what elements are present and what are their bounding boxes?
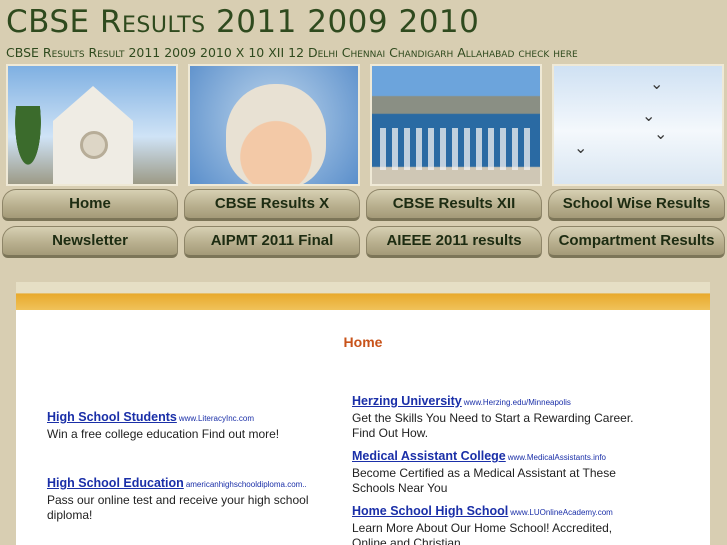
ad-url[interactable]: www.LUOnlineAcademy.com <box>510 508 613 517</box>
site-title: CBSE Results 2011 2009 2010 <box>6 4 480 40</box>
nav-aieee-2011-results[interactable]: AIEEE 2011 results <box>366 226 542 258</box>
ad-item: High School Education americanhighschoold… <box>47 474 322 523</box>
nav-cbse-results-xii[interactable]: CBSE Results XII <box>366 189 542 221</box>
harbor-photo <box>370 64 542 186</box>
nav-school-wise-results[interactable]: School Wise Results <box>548 189 725 221</box>
ad-url[interactable]: www.LiteracyInc.com <box>179 414 254 423</box>
page-title: Home <box>343 334 383 350</box>
birds-sky-photo: ⌄ ⌄ ⌄ ⌄ <box>552 64 724 186</box>
church-photo <box>6 64 178 186</box>
ad-item: Home School High School www.LUOnlineAcade… <box>352 502 637 545</box>
nav-cbse-results-x[interactable]: CBSE Results X <box>184 189 360 221</box>
ad-description: Pass our online test and receive your hi… <box>47 493 309 522</box>
nav-home[interactable]: Home <box>2 189 178 221</box>
ad-description: Get the Skills You Need to Start a Rewar… <box>352 411 634 440</box>
ad-description: Learn More About Our Home School! Accred… <box>352 521 613 545</box>
content-accent-bar <box>16 282 710 310</box>
ad-item: Herzing University www.Herzing.edu/Minnea… <box>352 392 637 441</box>
child-photo <box>188 64 360 186</box>
ad-link[interactable]: Medical Assistant College <box>352 449 506 463</box>
ad-link[interactable]: High School Students <box>47 410 177 424</box>
nav-compartment-results[interactable]: Compartment Results <box>548 226 725 258</box>
ad-description: Win a free college education Find out mo… <box>47 427 280 441</box>
ad-url[interactable]: americanhighschooldiploma.com.. <box>186 480 307 489</box>
nav-row-1: Home CBSE Results X CBSE Results XII Sch… <box>0 189 727 223</box>
ad-link[interactable]: Home School High School <box>352 504 508 518</box>
ad-link[interactable]: Herzing University <box>352 394 462 408</box>
nav-row-2: Newsletter AIPMT 2011 Final AIEEE 2011 r… <box>0 226 727 260</box>
ad-item: Medical Assistant College www.MedicalAssi… <box>352 447 637 496</box>
nav-newsletter[interactable]: Newsletter <box>2 226 178 258</box>
ad-url[interactable]: www.MedicalAssistants.info <box>508 453 606 462</box>
site-subtitle: CBSE Results Result 2011 2009 2010 X 10 … <box>6 45 578 60</box>
header-photo-strip: ⌄ ⌄ ⌄ ⌄ <box>4 64 727 188</box>
nav-aipmt-2011-final[interactable]: AIPMT 2011 Final <box>184 226 360 258</box>
ad-description: Become Certified as a Medical Assistant … <box>352 466 616 495</box>
main-content: Home High School Students www.LiteracyInc… <box>16 282 710 545</box>
ad-item: High School Students www.LiteracyInc.com … <box>47 408 322 442</box>
ad-link[interactable]: High School Education <box>47 476 184 490</box>
ad-url[interactable]: www.Herzing.edu/Minneapolis <box>464 398 571 407</box>
